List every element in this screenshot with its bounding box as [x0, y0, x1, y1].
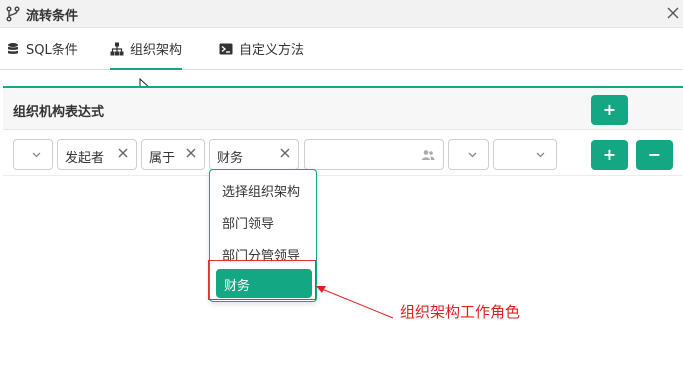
dialog-title: 流转条件	[26, 9, 79, 24]
tab-label: 组织架构	[130, 43, 183, 58]
chevron-down-icon	[536, 152, 545, 158]
dropdown-item-dept-leader[interactable]: 部门领导	[222, 213, 274, 232]
tab-org-structure[interactable]: 组织架构	[110, 28, 183, 70]
remove-condition-button[interactable]: −	[636, 140, 673, 170]
role-tag-field[interactable]: 财务	[209, 139, 299, 170]
dropdown-item-dept-deputy-leader[interactable]: 部门分管领导	[222, 245, 300, 264]
dropdown-item-finance[interactable]: 财务	[216, 269, 312, 298]
tab-bar: SQL条件 组织架构 自定义方法	[0, 28, 683, 70]
initiator-tag-field[interactable]: 发起者	[57, 139, 137, 170]
tab-label: SQL条件	[26, 43, 78, 58]
tab-label: 自定义方法	[239, 43, 305, 58]
clear-icon[interactable]	[116, 146, 130, 160]
open-bracket-select[interactable]	[13, 139, 53, 170]
tag-value: 属于	[149, 151, 176, 166]
chevron-down-icon	[468, 152, 477, 158]
close-bracket-select[interactable]	[493, 139, 557, 170]
tab-custom-method[interactable]: 自定义方法	[219, 28, 304, 69]
section-header: 组织机构表达式	[3, 86, 683, 130]
dialog-titlebar: 流转条件	[0, 0, 683, 28]
clear-icon[interactable]	[184, 146, 198, 160]
branch-icon	[6, 6, 20, 22]
add-condition-button[interactable]: +	[591, 140, 628, 170]
database-icon	[8, 42, 18, 54]
chevron-down-icon	[32, 152, 41, 158]
users-icon[interactable]	[421, 148, 435, 162]
terminal-icon	[219, 43, 233, 54]
add-expression-button[interactable]: +	[591, 95, 628, 125]
close-icon[interactable]	[665, 5, 681, 21]
tab-sql-condition[interactable]: SQL条件	[6, 28, 78, 69]
tag-value: 发起者	[65, 151, 105, 166]
org-chart-icon	[110, 42, 124, 55]
clear-icon[interactable]	[278, 146, 292, 160]
dropdown-item-label: 财务	[224, 279, 251, 294]
operator-tag-field[interactable]: 属于	[141, 139, 205, 170]
logic-select[interactable]	[448, 139, 489, 170]
org-role-dropdown: 选择组织架构 部门领导 部门分管领导 财务	[209, 169, 317, 302]
dropdown-item-select-org[interactable]: 选择组织架构	[222, 181, 300, 200]
section-title: 组织机构表达式	[13, 105, 105, 120]
tag-value: 财务	[217, 151, 244, 166]
user-picker-field[interactable]	[304, 139, 444, 170]
annotation-label: 组织架构工作角色	[400, 303, 521, 321]
